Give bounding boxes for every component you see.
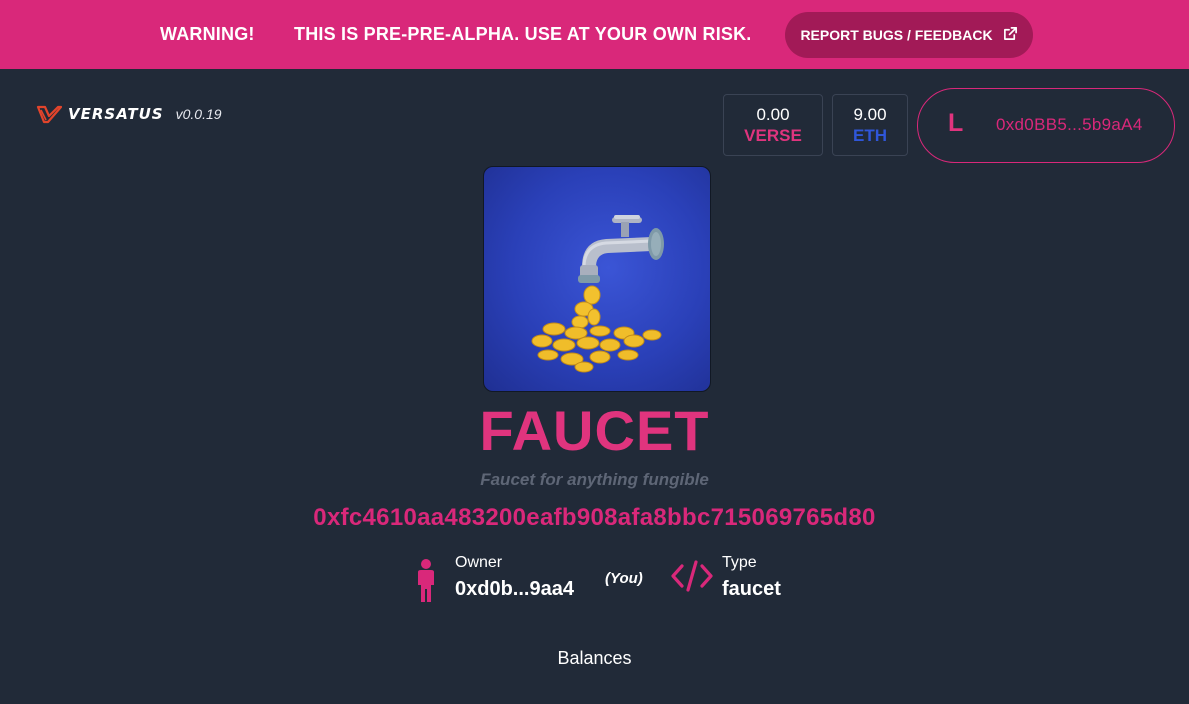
- wallet-account-button[interactable]: L 0xd0BB5...5b9aA4: [917, 88, 1175, 163]
- person-icon: [412, 558, 440, 607]
- warning-label: WARNING!: [160, 24, 255, 44]
- warning-message: THIS IS PRE-PRE-ALPHA. USE AT YOUR OWN R…: [294, 24, 752, 44]
- versatus-logo[interactable]: VERSATUS v0.0.19: [36, 104, 222, 124]
- owner-label: Owner: [455, 554, 503, 571]
- warning-banner: WARNING! THIS IS PRE-PRE-ALPHA. USE AT Y…: [0, 0, 1189, 69]
- app-version: v0.0.19: [175, 106, 222, 122]
- verse-amount: 0.00: [756, 105, 790, 124]
- external-link-icon: [1003, 26, 1018, 44]
- wallet-address: 0xd0BB5...5b9aA4: [996, 115, 1143, 134]
- report-bugs-button[interactable]: REPORT BUGS / FEEDBACK: [785, 12, 1033, 58]
- logo-wordmark: VERSATUS: [68, 105, 164, 123]
- owner-value[interactable]: 0xd0b...9aa4: [455, 578, 574, 601]
- type-value: faucet: [722, 578, 781, 600]
- eth-currency: ETH: [853, 126, 887, 145]
- program-description: Faucet for anything fungible: [480, 470, 709, 489]
- verse-currency: VERSE: [744, 126, 802, 145]
- type-label: Type: [722, 554, 757, 571]
- eth-amount: 9.00: [853, 105, 887, 124]
- program-address[interactable]: 0xfc4610aa483200eafb908afa8bbc715069765d…: [0, 504, 1189, 532]
- eth-balance: 9.00 ETH: [832, 94, 908, 156]
- versatus-logo-icon: [36, 105, 62, 124]
- verse-balance: 0.00 VERSE: [723, 94, 823, 156]
- balances-heading: Balances: [557, 648, 632, 668]
- faucet-coins-image: [483, 166, 711, 392]
- owner-you-tag: (You): [605, 570, 643, 587]
- program-title: FAUCET: [479, 399, 710, 462]
- wallet-avatar-initial: L: [948, 109, 964, 137]
- report-bugs-label: REPORT BUGS / FEEDBACK: [800, 27, 993, 43]
- code-icon: [670, 558, 714, 599]
